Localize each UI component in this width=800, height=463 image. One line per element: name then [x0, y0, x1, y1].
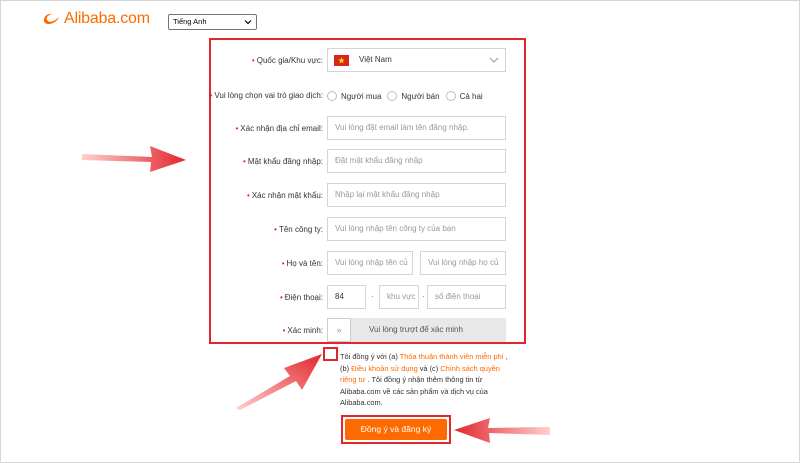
phone-label: • Điện thoại: [279, 293, 323, 302]
language-select[interactable]: Tiếng Anh [168, 14, 257, 30]
logo-text: Alibaba.com [64, 10, 150, 27]
country-value: Việt Nam [359, 55, 392, 64]
language-select-value: Tiếng Anh [173, 17, 207, 26]
radio-icon[interactable] [387, 91, 398, 101]
company-label: • Tên công ty: [274, 225, 323, 234]
email-label: • Xác nhận địa chỉ email: [235, 124, 323, 133]
first-name-input[interactable]: Vui lòng nhập tên củ [327, 251, 413, 275]
country-select[interactable]: Việt Nam [327, 48, 506, 72]
terms-of-use-link[interactable]: Điều khoản sử dụng [351, 364, 418, 373]
agree-checkbox[interactable] [323, 347, 338, 361]
role-option-seller[interactable]: Người bán [387, 91, 440, 101]
verify-label: • Xác minh: [282, 326, 323, 335]
chevron-down-icon [489, 57, 499, 63]
alibaba-logo[interactable]: Alibaba.com [42, 10, 150, 28]
phone-separator: · [371, 292, 374, 301]
phone-number-input[interactable]: số điện thoại [427, 285, 506, 309]
agreement-text: Tôi đồng ý với (a) Thỏa thuận thành viên… [340, 352, 508, 407]
password-label: • Mật khẩu đăng nhập: [243, 157, 323, 166]
free-membership-agreement-link[interactable]: Thỏa thuận thành viên miễn phí [400, 352, 504, 361]
slider-text: Vui lòng trượt để xác minh [369, 325, 463, 334]
role-radio-group: Người mua Người bán Cả hai [327, 88, 489, 104]
radio-icon[interactable] [327, 91, 337, 101]
agree-and-register-button[interactable]: Đồng ý và đăng ký [345, 419, 447, 440]
chevron-down-icon [244, 20, 252, 25]
arrow-left-icon [454, 418, 550, 443]
password-input[interactable]: Đặt mật khẩu đăng nhập [327, 149, 506, 173]
company-input[interactable]: Vui lòng nhập tên công ty của bạn [327, 217, 506, 241]
arrow-right-icon [82, 146, 186, 172]
confirm-password-input[interactable]: Nhập lại mật khẩu đăng nhập [327, 183, 506, 207]
phone-country-code-input[interactable]: 84 [327, 285, 366, 309]
vietnam-flag-icon [334, 55, 349, 66]
phone-separator: · [422, 292, 425, 301]
role-option-both[interactable]: Cả hai [445, 91, 483, 101]
country-label: • Quốc gia/Khu vực: [251, 56, 323, 65]
radio-icon[interactable] [445, 91, 456, 101]
submit-highlight: Đồng ý và đăng ký [341, 415, 451, 444]
email-input[interactable]: Vui lòng đặt email làm tên đăng nhập. [327, 116, 506, 140]
verify-slider[interactable]: » Vui lòng trượt để xác minh [327, 318, 506, 342]
role-label: • Vui lòng chọn vai trò giao dịch: [209, 91, 323, 100]
phone-area-input[interactable]: khu vực [379, 285, 419, 309]
last-name-input[interactable]: Vui lòng nhập họ củ [420, 251, 506, 275]
name-label: • Họ và tên: [281, 259, 323, 268]
alibaba-logo-icon [42, 11, 62, 27]
confirm-password-label: • Xác nhận mật khẩu: [247, 191, 323, 200]
arrow-up-right-icon [236, 354, 322, 410]
slider-handle-icon[interactable]: » [327, 318, 351, 342]
role-option-buyer[interactable]: Người mua [327, 91, 381, 101]
